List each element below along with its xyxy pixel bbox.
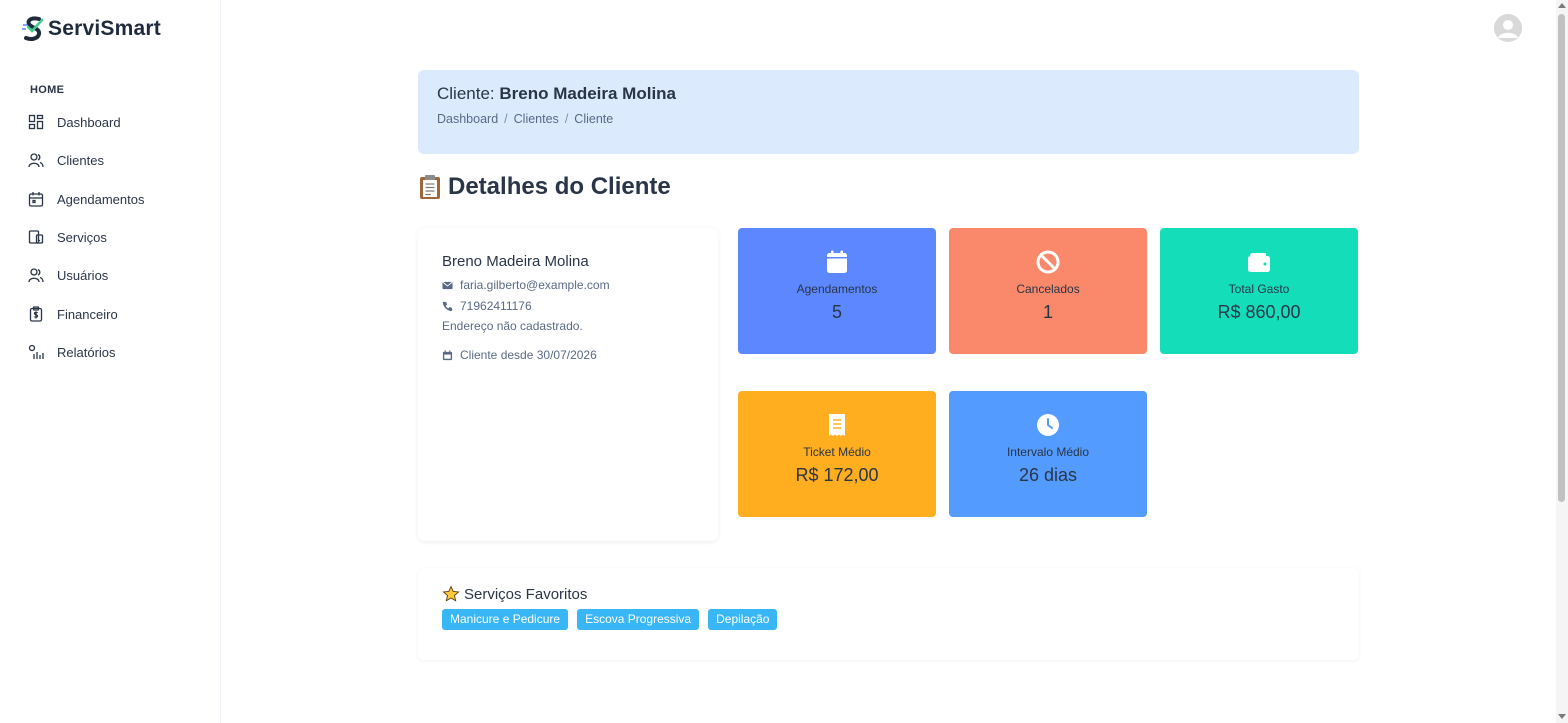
service-tag[interactable]: Depilação: [708, 609, 778, 630]
receipt-icon: [829, 414, 845, 436]
reports-icon: [28, 344, 44, 359]
user-icon: [28, 268, 44, 283]
scrollbar-thumb[interactable]: [1558, 14, 1565, 502]
sidebar-item-label: Serviços: [57, 229, 107, 245]
breadcrumb-separator: /: [564, 112, 569, 126]
sidebar-item-usuarios[interactable]: Usuários: [28, 263, 108, 287]
avatar-icon: [1494, 14, 1522, 42]
stat-value: R$ 860,00: [1217, 302, 1301, 322]
scroll-down-arrow-icon[interactable]: [1558, 714, 1566, 719]
stat-card-agendamentos: Agendamentos 5: [738, 228, 936, 354]
app-name: ServiSmart: [48, 17, 161, 40]
sidebar-item-label: Usuários: [57, 267, 109, 283]
stat-value: R$ 172,00: [795, 465, 879, 485]
client-email[interactable]: faria.gilberto@example.com: [460, 278, 610, 292]
service-tag[interactable]: Manicure e Pedicure: [442, 609, 569, 630]
money-clipboard-icon: [29, 306, 43, 322]
page-title-prefix: Cliente:: [437, 84, 500, 103]
breadcrumb-clientes[interactable]: Clientes: [514, 112, 559, 126]
stat-label: Ticket Médio: [803, 445, 871, 459]
services-icon: [28, 230, 44, 244]
stat-value: 26 dias: [1018, 465, 1078, 485]
calendar-icon: [442, 349, 453, 360]
stat-card-intervalo-medio: Intervalo Médio 26 dias: [949, 391, 1147, 517]
page-header-banner: Cliente: Breno Madeira Molina Dashboard …: [418, 70, 1359, 154]
sidebar-item-label: Relatórios: [57, 344, 116, 360]
sidebar-item-label: Agendamentos: [57, 191, 145, 207]
sidebar-item-relatorios[interactable]: Relatórios: [28, 340, 116, 364]
client-info-card: Breno Madeira Molina faria.gilberto@exam…: [418, 228, 718, 541]
scroll-up-arrow-icon[interactable]: [1558, 3, 1566, 8]
dashboard-icon: [28, 114, 44, 130]
breadcrumb-cliente: Cliente: [574, 112, 614, 126]
nav-section-header: HOME: [30, 84, 65, 96]
ban-icon: [1036, 250, 1060, 274]
stat-label: Cancelados: [1016, 282, 1080, 296]
stat-label: Agendamentos: [796, 282, 878, 296]
calendar-icon: [28, 192, 44, 207]
section-title-text: Detalhes do Cliente: [448, 173, 671, 200]
page-title: Cliente: Breno Madeira Molina: [437, 84, 676, 104]
page-title-client-name: Breno Madeira Molina: [499, 84, 677, 103]
stat-label: Total Gasto: [1228, 282, 1290, 296]
breadcrumb-separator: /: [504, 112, 508, 126]
client-name: Breno Madeira Molina: [442, 253, 589, 270]
favorite-services-card: Serviços Favoritos Manicure e Pedicure E…: [418, 568, 1359, 660]
stat-value: 5: [831, 302, 842, 322]
client-address: Endereço não cadastrado.: [442, 319, 583, 333]
favorite-services-title: Serviços Favoritos: [442, 585, 587, 603]
star-icon: [442, 585, 460, 602]
sidebar-item-clientes[interactable]: Clientes: [28, 148, 104, 172]
stat-card-total-gasto: Total Gasto R$ 860,00: [1160, 228, 1358, 354]
breadcrumb-dashboard[interactable]: Dashboard: [437, 112, 498, 126]
app-logo[interactable]: ServiSmart: [22, 16, 161, 42]
wallet-icon: [1248, 253, 1270, 272]
favorite-services-tags: Manicure e Pedicure Escova Progressiva D…: [442, 609, 778, 630]
user-avatar[interactable]: [1494, 14, 1522, 42]
clipboard-icon: [420, 175, 440, 199]
sidebar-item-servicos[interactable]: Serviços: [28, 225, 107, 249]
page-scrollbar[interactable]: [1556, 0, 1568, 723]
envelope-icon: [442, 281, 453, 289]
client-address-row: Endereço não cadastrado.: [442, 319, 583, 333]
stat-value: 1: [1042, 302, 1053, 322]
sidebar-item-label: Clientes: [57, 152, 104, 168]
sidebar-item-dashboard[interactable]: Dashboard: [28, 110, 121, 134]
sidebar-item-financeiro[interactable]: Financeiro: [28, 302, 118, 326]
logo-icon: [22, 16, 44, 41]
sidebar-item-label: Financeiro: [57, 306, 118, 322]
phone-icon: [442, 301, 453, 311]
users-icon: [28, 153, 44, 168]
sidebar-item-label: Dashboard: [57, 114, 121, 130]
stat-label: Intervalo Médio: [1006, 445, 1090, 459]
calendar-icon: [827, 250, 847, 273]
client-phone[interactable]: 71962411176: [460, 299, 532, 313]
stat-card-cancelados: Cancelados 1: [949, 228, 1147, 354]
sidebar-item-agendamentos[interactable]: Agendamentos: [28, 187, 144, 211]
stat-card-ticket-medio: Ticket Médio R$ 172,00: [738, 391, 936, 517]
breadcrumb: Dashboard / Clientes / Cliente: [437, 112, 613, 126]
sidebar: ServiSmart HOME Dashboard Clientes Agend…: [0, 0, 221, 723]
client-email-row: faria.gilberto@example.com: [442, 278, 610, 292]
client-since: Cliente desde 30/07/2026: [460, 348, 597, 362]
section-title: Detalhes do Cliente: [418, 173, 671, 201]
client-since-row: Cliente desde 30/07/2026: [442, 348, 597, 362]
favorite-services-title-text: Serviços Favoritos: [464, 585, 588, 603]
service-tag[interactable]: Escova Progressiva: [577, 609, 700, 630]
client-phone-row: 71962411176: [442, 299, 532, 313]
clock-icon: [1037, 414, 1059, 436]
